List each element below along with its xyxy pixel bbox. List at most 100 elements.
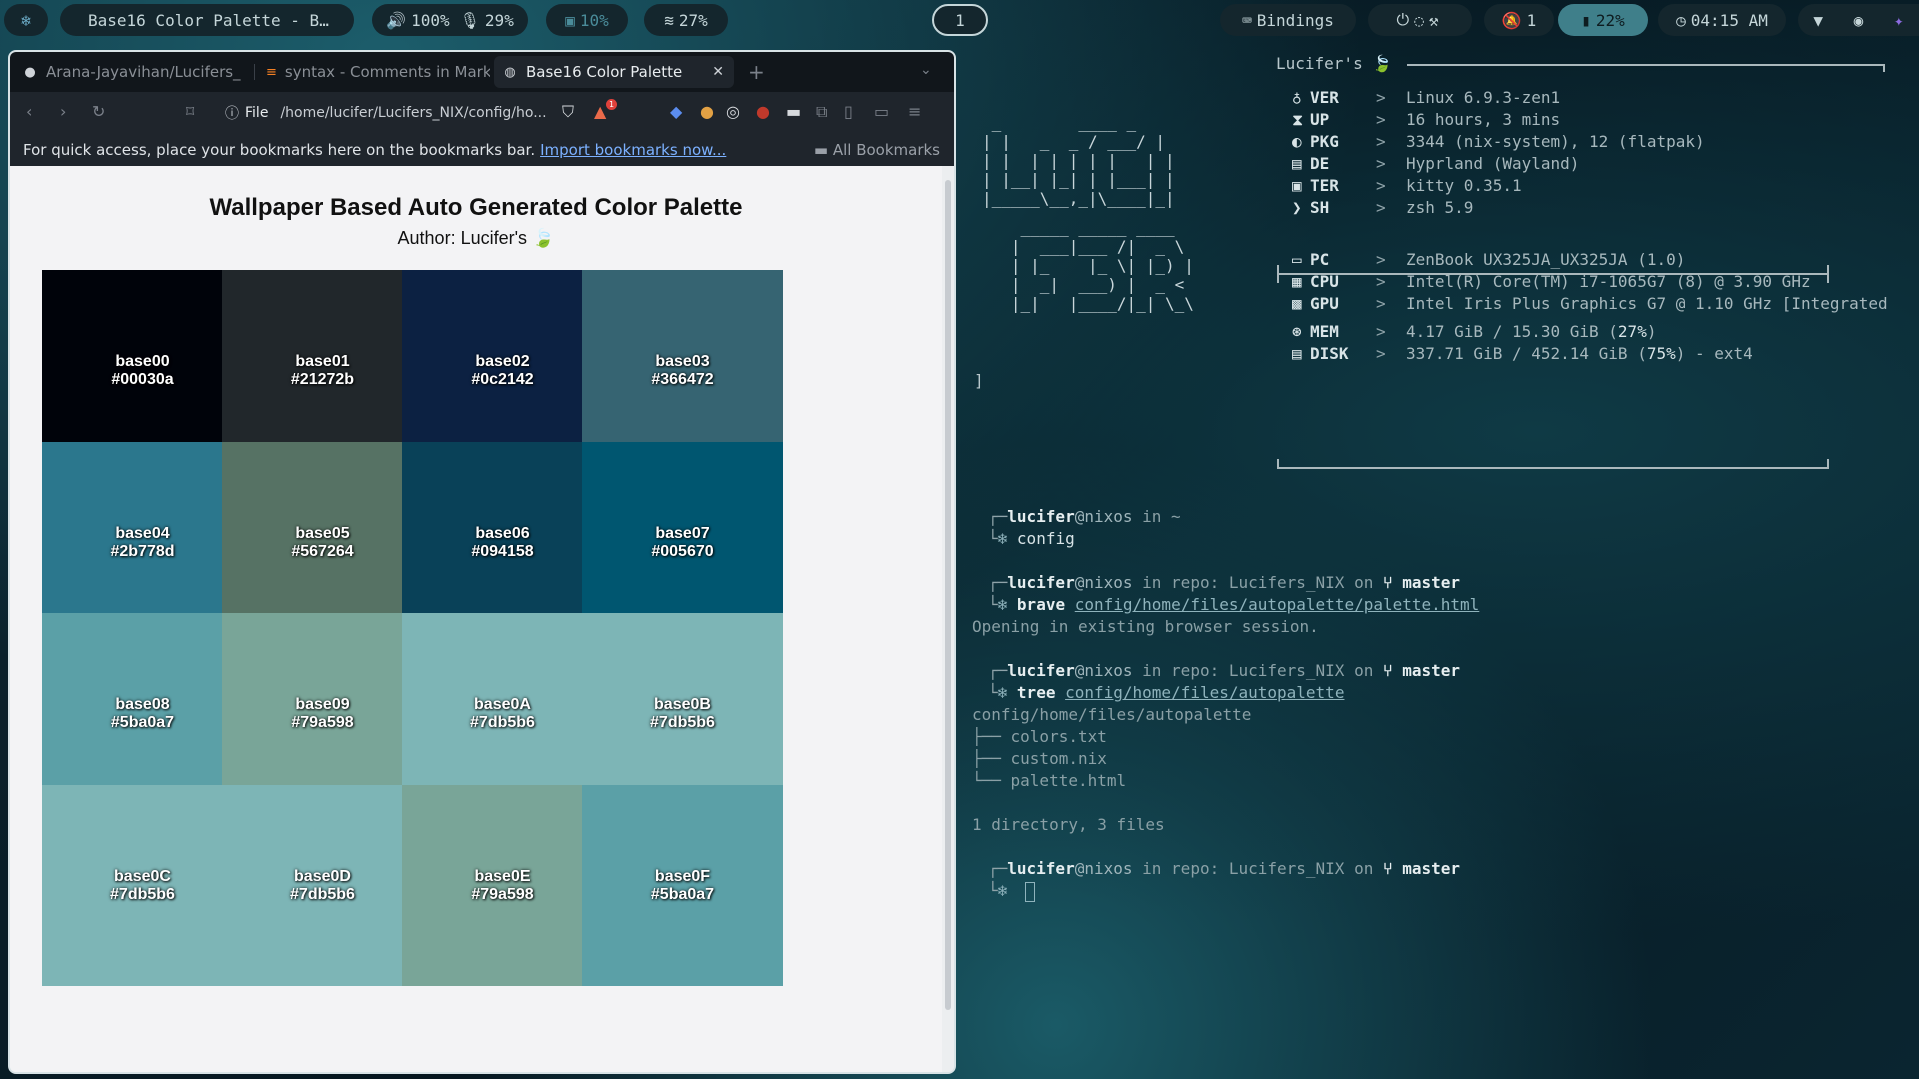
wallet-icon[interactable]: ▭ — [874, 102, 889, 121]
browser-window: ● Arana-Jayavihan/Lucifers_ ≡ syntax - C… — [8, 50, 956, 1074]
swatch-hex: #0c2142 — [471, 370, 534, 388]
bindings-button[interactable]: ⌨ Bindings — [1220, 4, 1356, 36]
battery-value: 22% — [1595, 10, 1625, 30]
all-bookmarks-button[interactable]: ▬ All Bookmarks — [814, 141, 940, 159]
nix-snowflake-icon: ❄ — [997, 529, 1008, 548]
extensions-puzzle-icon[interactable]: ⧉ — [816, 102, 827, 122]
divider-tick — [1277, 459, 1279, 469]
battery-module[interactable]: ▮ 22% — [1558, 4, 1648, 36]
info-value: 4.17 GiB / 15.30 GiB ( — [1406, 322, 1618, 341]
tab-palette[interactable]: ◍ Base16 Color Palette ✕ — [494, 56, 734, 88]
extension-cookie-icon[interactable]: ● — [700, 102, 714, 121]
swatch-name: base0C — [114, 867, 171, 885]
bookmark-icon[interactable]: ⌑ — [186, 102, 194, 121]
scrollbar-thumb[interactable] — [945, 180, 951, 1010]
info-value: 16 hours, 3 mins — [1406, 110, 1561, 129]
tab-stackoverflow[interactable]: ≡ syntax - Comments in Mark — [258, 56, 490, 88]
paint-roller-icon[interactable]: ⚒ — [1429, 11, 1439, 30]
info-key: UP — [1310, 110, 1330, 129]
command-arg[interactable]: config/home/files/autopalette — [1065, 683, 1344, 702]
extension-ublock-icon[interactable]: ● — [756, 102, 770, 121]
power-icon[interactable]: ⏻ — [1397, 10, 1410, 30]
eye-off-icon[interactable]: ◌ — [1414, 11, 1424, 30]
tab-github[interactable]: ● Arana-Jayavihan/Lucifers_ — [14, 56, 252, 88]
prompt-line: ┌─lucifer@nixos in repo: Lucifers_NIX on… — [988, 661, 1461, 680]
info-separator: > — [1376, 344, 1386, 363]
divider-tick — [1277, 265, 1279, 283]
info-separator: > — [1376, 110, 1386, 129]
info-value: Hyprland (Wayland) — [1406, 154, 1580, 173]
prompt-in: in — [1142, 859, 1162, 878]
brave-rewards-icon[interactable]: ▲ — [594, 102, 606, 121]
info-row-pc: ▭ PC > ZenBook UX325JA_UX325JA (1.0) — [1292, 249, 1685, 271]
discord-icon[interactable]: ◉ — [1854, 11, 1864, 30]
info-row-up: ⧗ UP >16 hours, 3 mins — [1292, 109, 1560, 131]
clock-value: 04:15 AM — [1690, 10, 1768, 30]
sidebar-icon[interactable]: ▯ — [844, 102, 853, 121]
color-swatch-base0e: base0E #79a598 — [402, 785, 603, 986]
swatch-hex: #7db5b6 — [290, 885, 355, 903]
gpu-icon: ▩ — [1292, 294, 1302, 313]
tree-summary: 1 directory, 3 files — [972, 815, 1165, 834]
flask-icon: ♁ — [1292, 88, 1302, 107]
app-tray-icon[interactable]: ✦ — [1894, 11, 1904, 30]
launcher-button[interactable]: ❄ — [4, 4, 48, 36]
extension-card-icon[interactable]: ▬ — [786, 102, 801, 121]
import-bookmarks-link[interactable]: Import bookmarks now... — [540, 141, 726, 159]
database-icon: ≋ — [664, 10, 674, 30]
info-icon[interactable]: ⓘ — [225, 103, 239, 123]
volume-value: 100% — [411, 10, 450, 30]
swatch-hex: #7db5b6 — [110, 885, 175, 903]
prompt-on: on — [1354, 859, 1374, 878]
chevron-down-icon[interactable]: ⌄ — [920, 62, 932, 78]
divider-line — [1407, 64, 1885, 66]
swatch-name: base09 — [295, 695, 350, 713]
git-branch: master — [1402, 859, 1461, 878]
color-swatch-base03: base03 #366472 — [582, 270, 783, 471]
swatch-name: base0E — [474, 867, 531, 885]
reload-icon[interactable]: ↻ — [92, 102, 105, 121]
address-scheme: File — [245, 105, 269, 121]
color-swatch-base00: base00 #00030a — [42, 270, 243, 471]
brave-shields-icon[interactable]: ⛉ — [562, 102, 574, 122]
color-swatch-base01: base01 #21272b — [222, 270, 423, 471]
prompt-dir: ~ — [1171, 507, 1181, 526]
close-tab-icon[interactable]: ✕ — [712, 64, 724, 80]
prompt-dir: repo: Lucifers_NIX — [1171, 573, 1345, 592]
swatch-hex: #366472 — [651, 370, 714, 388]
new-tab-icon[interactable]: + — [748, 60, 765, 84]
tab-label: Arana-Jayavihan/Lucifers_ — [46, 63, 241, 81]
globe-icon: ◍ — [504, 64, 516, 80]
info-row-gpu: ▩ GPU > Intel Iris Plus Graphics G7 @ 1.10 … — [1292, 293, 1888, 315]
back-icon[interactable]: ‹ — [26, 102, 32, 121]
notifications-module[interactable]: 🔕 1 — [1484, 4, 1554, 36]
extension-bitwarden-icon[interactable]: ◆ — [670, 102, 682, 121]
forward-icon[interactable]: › — [60, 102, 66, 121]
swatch-name: base01 — [295, 352, 350, 370]
extension-target-icon[interactable]: ◎ — [726, 102, 740, 121]
folder-icon: ▬ — [813, 141, 829, 159]
scrollbar[interactable] — [942, 166, 954, 1072]
command-arg[interactable]: config/home/files/autopalette/palette.ht… — [1075, 595, 1480, 614]
prompt-user: lucifer — [1007, 859, 1075, 878]
command-line: └❄ config — [988, 529, 1075, 548]
info-key: DE — [1310, 154, 1330, 173]
address-bar[interactable]: ⓘ File /home/lucifer/Lucifers_NIX/config… — [225, 101, 555, 125]
wifi-icon[interactable]: ▼ — [1813, 11, 1823, 30]
workspace-1[interactable]: 1 — [932, 4, 988, 36]
audio-module[interactable]: 🔊 100% 🎙 29% — [372, 4, 528, 36]
info-key: VER — [1310, 88, 1339, 107]
tree-item: ├── custom.nix — [972, 749, 1107, 768]
info-key: MEM — [1310, 322, 1339, 341]
clock-module[interactable]: ◷ 04:15 AM — [1658, 4, 1786, 36]
command-line: └❄ — [988, 881, 1008, 900]
command-name: tree — [1016, 683, 1056, 702]
cpu-module[interactable]: ▣ 10% — [546, 4, 628, 36]
bookmarks-message: For quick access, place your bookmarks h… — [23, 141, 536, 159]
menu-icon[interactable]: ≡ — [908, 102, 921, 121]
power-controls: ⏻ ◌ ⚒ — [1368, 4, 1472, 36]
disk-module[interactable]: ≋ 27% — [644, 4, 728, 36]
info-key: PKG — [1310, 132, 1339, 151]
terminal-window[interactable]: Lucifer's 🍃 _ ____ _ | | _ _ / ___/ | | | … — [964, 50, 1919, 1079]
rewards-badge: 1 — [606, 99, 617, 110]
